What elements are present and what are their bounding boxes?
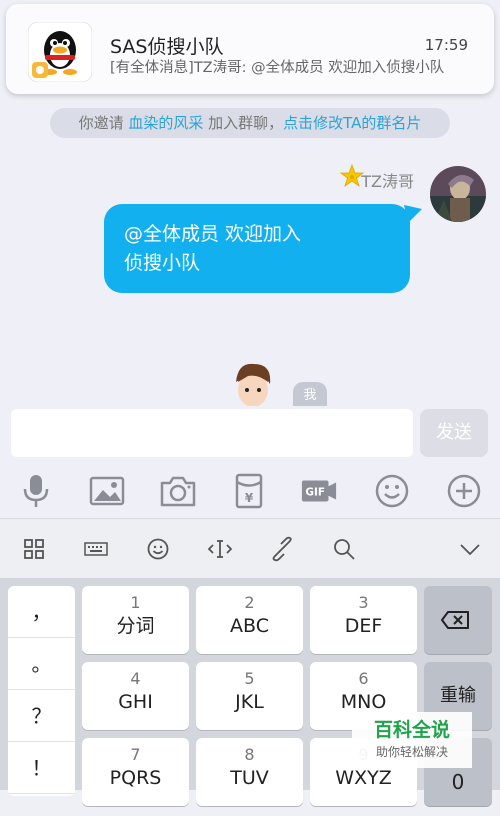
message-bubble[interactable]: @全体成员 欢迎加入 侦搜小队 xyxy=(104,204,410,293)
notification-title: SAS侦搜小队 xyxy=(110,36,224,58)
qq-penguin-icon xyxy=(28,22,92,82)
key-label: DEF xyxy=(344,615,383,637)
key-label: 分词 xyxy=(116,615,155,637)
link-icon[interactable] xyxy=(269,536,295,562)
key-number: 6 xyxy=(358,669,369,688)
svg-text:GIF: GIF xyxy=(305,487,325,499)
search-icon[interactable] xyxy=(331,536,357,562)
key-4[interactable]: 4 GHI xyxy=(82,662,189,730)
system-tip-prefix: 你邀请 xyxy=(78,114,124,132)
punctuation-column: ， 。 ？ ！ xyxy=(8,586,75,796)
key-label: GHI xyxy=(118,691,153,713)
delete-icon xyxy=(441,611,469,629)
camera-icon[interactable] xyxy=(159,472,197,510)
key-number: 8 xyxy=(244,745,255,764)
watermark-title: 百科全说 xyxy=(373,719,450,741)
cartoon-avatar-sticker[interactable] xyxy=(228,360,278,410)
key-number: 1 xyxy=(130,593,141,612)
input-row: 发送 xyxy=(0,406,500,466)
key-7[interactable]: 7 PQRS xyxy=(82,738,189,806)
key-number: 7 xyxy=(130,745,141,764)
key-label: TUV xyxy=(230,767,269,789)
gif-icon[interactable]: GIF xyxy=(300,472,338,510)
key-label: ABC xyxy=(230,615,269,637)
key-number: 3 xyxy=(358,593,369,612)
watermark-subtitle: 助你轻松解决 xyxy=(375,745,448,759)
key-8[interactable]: 8 TUV xyxy=(196,738,303,806)
collapse-icon[interactable] xyxy=(457,536,483,562)
sender-avatar[interactable] xyxy=(430,166,486,222)
grid-icon[interactable] xyxy=(21,536,47,562)
system-tip-middle: 加入群聊， xyxy=(208,114,284,132)
punct-key-question[interactable]: ？ xyxy=(8,690,75,742)
delete-key[interactable] xyxy=(424,586,492,654)
punct-key-comma[interactable]: ， xyxy=(8,586,75,638)
punct-key-exclaim[interactable]: ！ xyxy=(8,742,75,794)
key-label: WXYZ xyxy=(335,767,392,789)
notification-banner[interactable]: SAS侦搜小队 17:59 [有全体消息]TZ涛哥: @全体成员 欢迎加入侦搜小… xyxy=(6,4,494,94)
key-number: 2 xyxy=(244,593,255,612)
chat-toolbar: ¥ GIF xyxy=(0,466,500,518)
image-icon[interactable] xyxy=(88,472,126,510)
message-input[interactable] xyxy=(11,409,413,457)
key-2[interactable]: 2 ABC xyxy=(196,586,303,654)
key-label: JKL xyxy=(235,691,264,713)
message-line-1: @全体成员 欢迎加入 xyxy=(124,223,302,245)
keyboard-emoji-icon[interactable] xyxy=(145,536,171,562)
cursor-icon[interactable] xyxy=(207,536,233,562)
plus-icon[interactable] xyxy=(445,472,483,510)
avatar-image xyxy=(430,166,486,222)
emoji-icon[interactable] xyxy=(373,472,411,510)
punct-key-period[interactable]: 。 xyxy=(8,638,75,690)
edit-card-link[interactable]: 点击修改TA的群名片 xyxy=(283,114,421,132)
notification-time: 17:59 xyxy=(424,36,468,54)
invitee-link[interactable]: 血染的风采 xyxy=(128,114,203,132)
svg-text:¥: ¥ xyxy=(245,491,254,505)
key-label: MNO xyxy=(340,691,387,713)
chat-area: SAS侦搜小队 17:59 [有全体消息]TZ涛哥: @全体成员 欢迎加入侦搜小… xyxy=(0,0,500,410)
key-3[interactable]: 3 DEF xyxy=(310,586,417,654)
key-number: 4 xyxy=(130,669,141,688)
key-5[interactable]: 5 JKL xyxy=(196,662,303,730)
key-label: PQRS xyxy=(109,767,162,789)
message-line-2: 侦搜小队 xyxy=(124,252,201,274)
microphone-icon[interactable] xyxy=(17,472,55,510)
system-tip: 你邀请 血染的风采 加入群聊，点击修改TA的群名片 xyxy=(50,108,450,138)
notification-message: [有全体消息]TZ涛哥: @全体成员 欢迎加入侦搜小队 xyxy=(110,60,445,76)
sender-name: TZ涛哥 xyxy=(361,172,414,191)
keyboard-icon[interactable] xyxy=(83,536,109,562)
key-number: 5 xyxy=(244,669,255,688)
send-button[interactable]: 发送 xyxy=(420,409,488,457)
key-1[interactable]: 1 分词 xyxy=(82,586,189,654)
red-packet-icon[interactable]: ¥ xyxy=(230,472,268,510)
keyboard-toolbar xyxy=(0,518,500,579)
watermark: 百科全说 助你轻松解决 xyxy=(352,712,472,768)
